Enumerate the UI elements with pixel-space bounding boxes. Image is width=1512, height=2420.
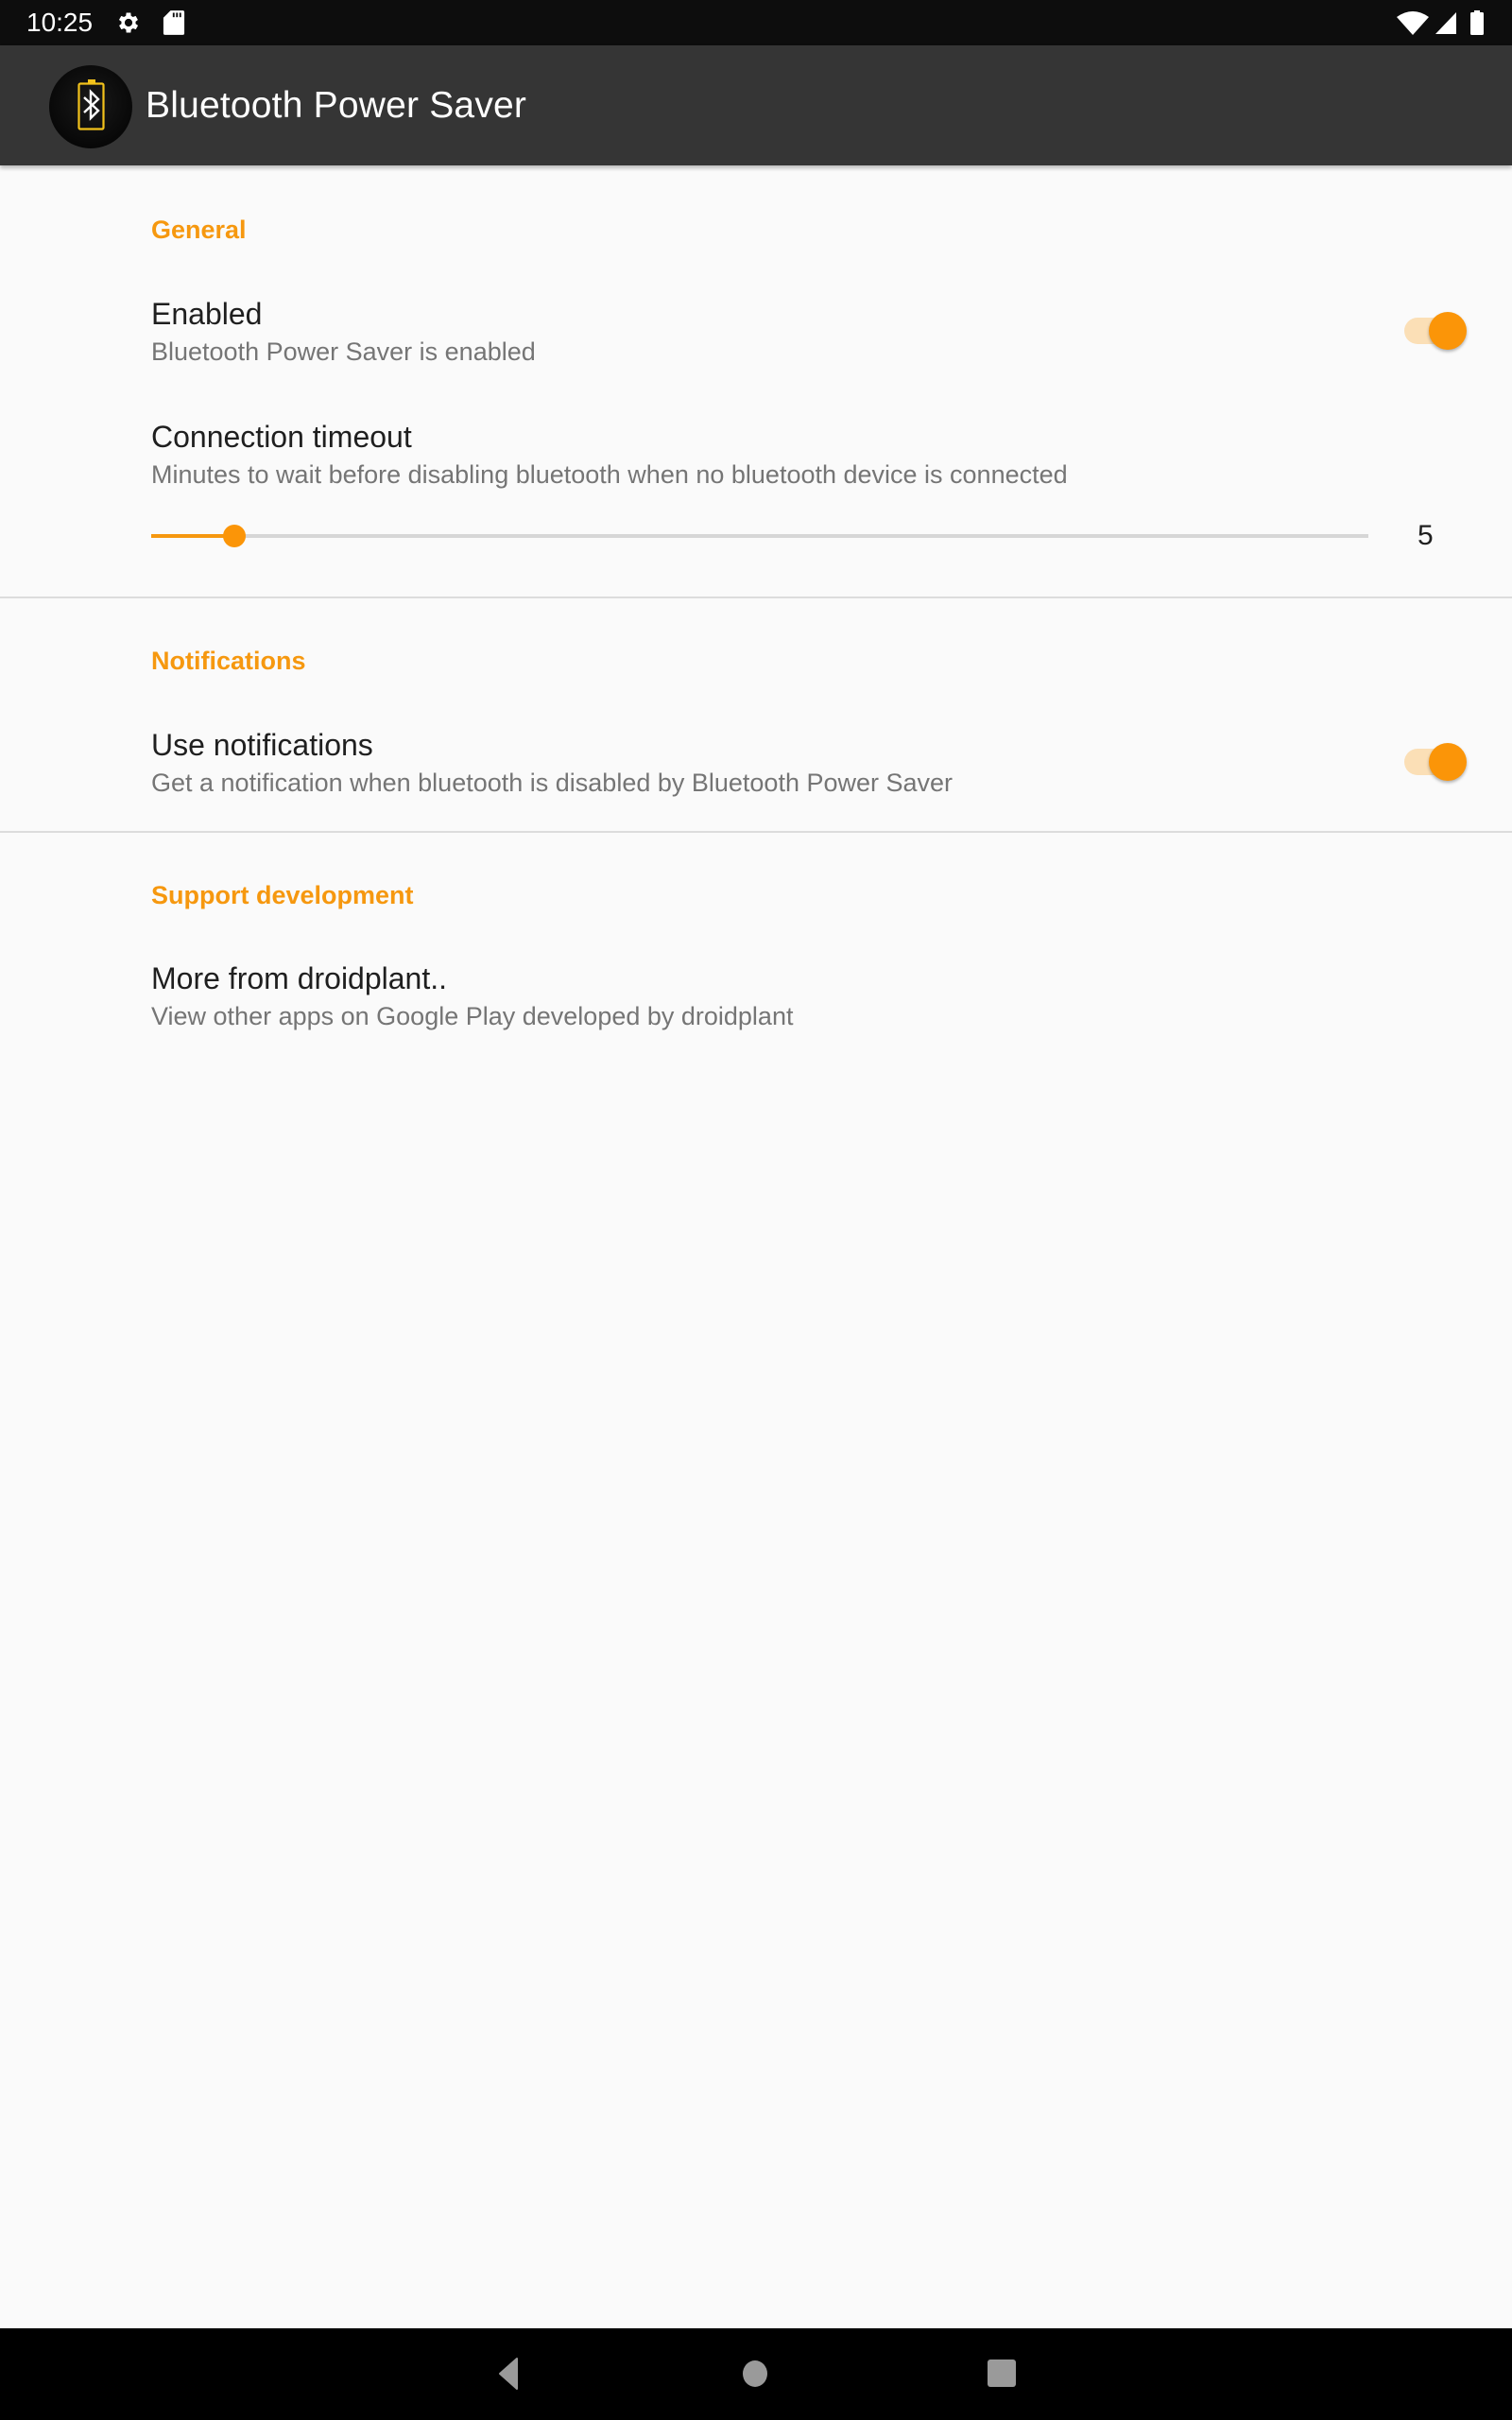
slider-thumb[interactable] xyxy=(222,525,246,547)
navigation-bar xyxy=(0,2328,1512,2420)
cell-signal-icon xyxy=(1435,12,1456,34)
pref-summary: Bluetooth Power Saver is enabled xyxy=(151,337,536,366)
notifications-switch[interactable] xyxy=(1399,737,1474,786)
recents-icon[interactable] xyxy=(969,2353,1025,2394)
switch-thumb xyxy=(1429,743,1467,781)
battery-icon xyxy=(1470,10,1484,35)
app-title: Bluetooth Power Saver xyxy=(146,85,527,126)
pref-enabled[interactable]: Enabled Bluetooth Power Saver is enabled xyxy=(0,284,1512,388)
app-bar: Bluetooth Power Saver xyxy=(0,45,1512,165)
sd-card-icon xyxy=(163,10,185,35)
pref-summary: Minutes to wait before disabling bluetoo… xyxy=(151,460,1068,489)
slider-value: 5 xyxy=(1418,520,1434,551)
bluetooth-battery-logo-icon xyxy=(49,65,132,148)
status-time: 10:25 xyxy=(26,8,94,37)
home-icon[interactable] xyxy=(727,2353,783,2394)
wifi-icon xyxy=(1397,11,1429,35)
pref-more-from-droidplant[interactable]: More from droidplant.. View other apps o… xyxy=(0,948,1512,1052)
pref-title: Use notifications xyxy=(151,728,373,762)
slider-fill xyxy=(151,534,234,538)
connection-timeout-slider[interactable] xyxy=(151,517,1368,555)
pref-summary: Get a notification when bluetooth is dis… xyxy=(151,769,954,797)
section-header-general: General xyxy=(151,216,247,244)
section-header-support-development: Support development xyxy=(151,881,414,909)
pref-use-notifications[interactable]: Use notifications Get a notification whe… xyxy=(0,714,1512,818)
pref-summary: View other apps on Google Play developed… xyxy=(151,1002,794,1030)
section-divider xyxy=(0,831,1512,833)
slider-rail xyxy=(151,534,1368,538)
back-icon[interactable] xyxy=(482,2353,539,2394)
pref-connection-timeout: Connection timeout Minutes to wait befor… xyxy=(0,406,1512,596)
section-divider xyxy=(0,596,1512,598)
status-bar: 10:25 xyxy=(0,0,1512,45)
pref-title: Enabled xyxy=(151,297,263,331)
pref-title: Connection timeout xyxy=(151,420,412,454)
pref-title: More from droidplant.. xyxy=(151,961,448,995)
enabled-switch[interactable] xyxy=(1399,306,1474,355)
switch-thumb xyxy=(1429,312,1467,350)
section-header-notifications: Notifications xyxy=(151,647,306,675)
gear-icon xyxy=(118,12,139,33)
